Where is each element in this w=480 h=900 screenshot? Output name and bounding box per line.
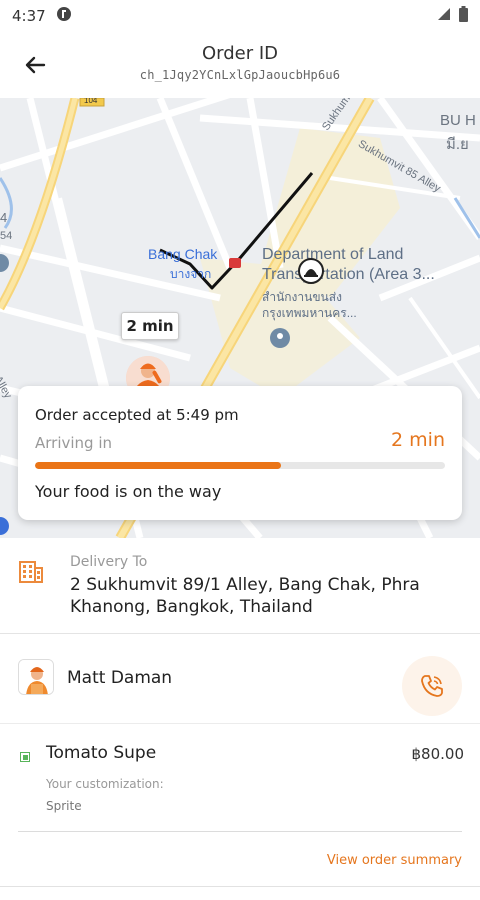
rider-name: Matt Daman xyxy=(67,668,173,688)
rider-avatar-icon xyxy=(19,660,53,694)
delivery-to-label: Delivery To xyxy=(70,554,148,570)
status-time: 4:37 xyxy=(12,7,46,25)
order-status-card: Order accepted at 5:49 pm Arriving in 2 … xyxy=(18,386,462,520)
delivery-progress-bar xyxy=(35,462,445,469)
map-label: Transportation (Area 3... xyxy=(262,266,435,283)
signal-icon xyxy=(437,7,451,25)
map-view[interactable]: BU H มี.ย Sukhumvit Ro Sukhumvit 85 Alle… xyxy=(0,98,480,538)
page-title: Order ID xyxy=(201,43,279,64)
map-label: 104 xyxy=(84,98,98,105)
progress-fill xyxy=(35,462,281,469)
status-bar: 4:37 xyxy=(0,0,480,32)
view-order-summary-link[interactable]: View order summary xyxy=(327,853,462,868)
customization-label: Your customization: xyxy=(46,777,164,791)
map-label: กรุงเทพมหานคร... xyxy=(262,306,357,320)
item-price: ฿80.00 xyxy=(411,745,465,763)
battery-icon xyxy=(459,6,468,26)
rider-section: Matt Daman xyxy=(0,634,480,724)
map-label: Department of Land xyxy=(262,246,404,263)
divider xyxy=(18,831,462,832)
call-rider-button[interactable] xyxy=(402,656,462,716)
map-label: 54 xyxy=(0,230,13,242)
order-items-section: Tomato Supe ฿80.00 Your customization: S… xyxy=(0,724,480,894)
phone-icon xyxy=(421,675,443,697)
veg-indicator-icon xyxy=(20,752,30,762)
map-label: BU H xyxy=(440,112,476,129)
rider-avatar xyxy=(18,659,54,695)
restaurant-pin-icon[interactable] xyxy=(298,258,324,284)
eta-bubble: 2 min xyxy=(121,312,179,340)
app-notification-icon xyxy=(56,6,72,26)
divider xyxy=(0,886,480,887)
arriving-time: 2 min xyxy=(391,429,445,451)
item-name: Tomato Supe xyxy=(46,743,157,763)
arriving-label: Arriving in xyxy=(35,434,113,452)
map-label: บางจาก xyxy=(170,267,212,281)
building-icon xyxy=(18,558,44,584)
status-message: Your food is on the way xyxy=(35,482,222,501)
order-accepted-text: Order accepted at 5:49 pm xyxy=(35,406,239,424)
delivery-section: Delivery To 2 Sukhumvit 89/1 Alley, Bang… xyxy=(0,538,480,634)
customization-value: Sprite xyxy=(46,799,82,813)
map-label: 4 xyxy=(0,210,8,225)
map-label: Bang Chak xyxy=(148,246,218,262)
delivery-address: 2 Sukhumvit 89/1 Alley, Bang Chak, Phra … xyxy=(70,575,420,617)
order-id: ch_1Jqy2YCnLxlGpJaoucbHp6u6 xyxy=(139,68,341,82)
app-header: Order ID ch_1Jqy2YCnLxlGpJaoucbHp6u6 xyxy=(0,32,480,98)
map-label: มี.ย xyxy=(446,136,469,153)
cloche-icon xyxy=(304,269,318,277)
